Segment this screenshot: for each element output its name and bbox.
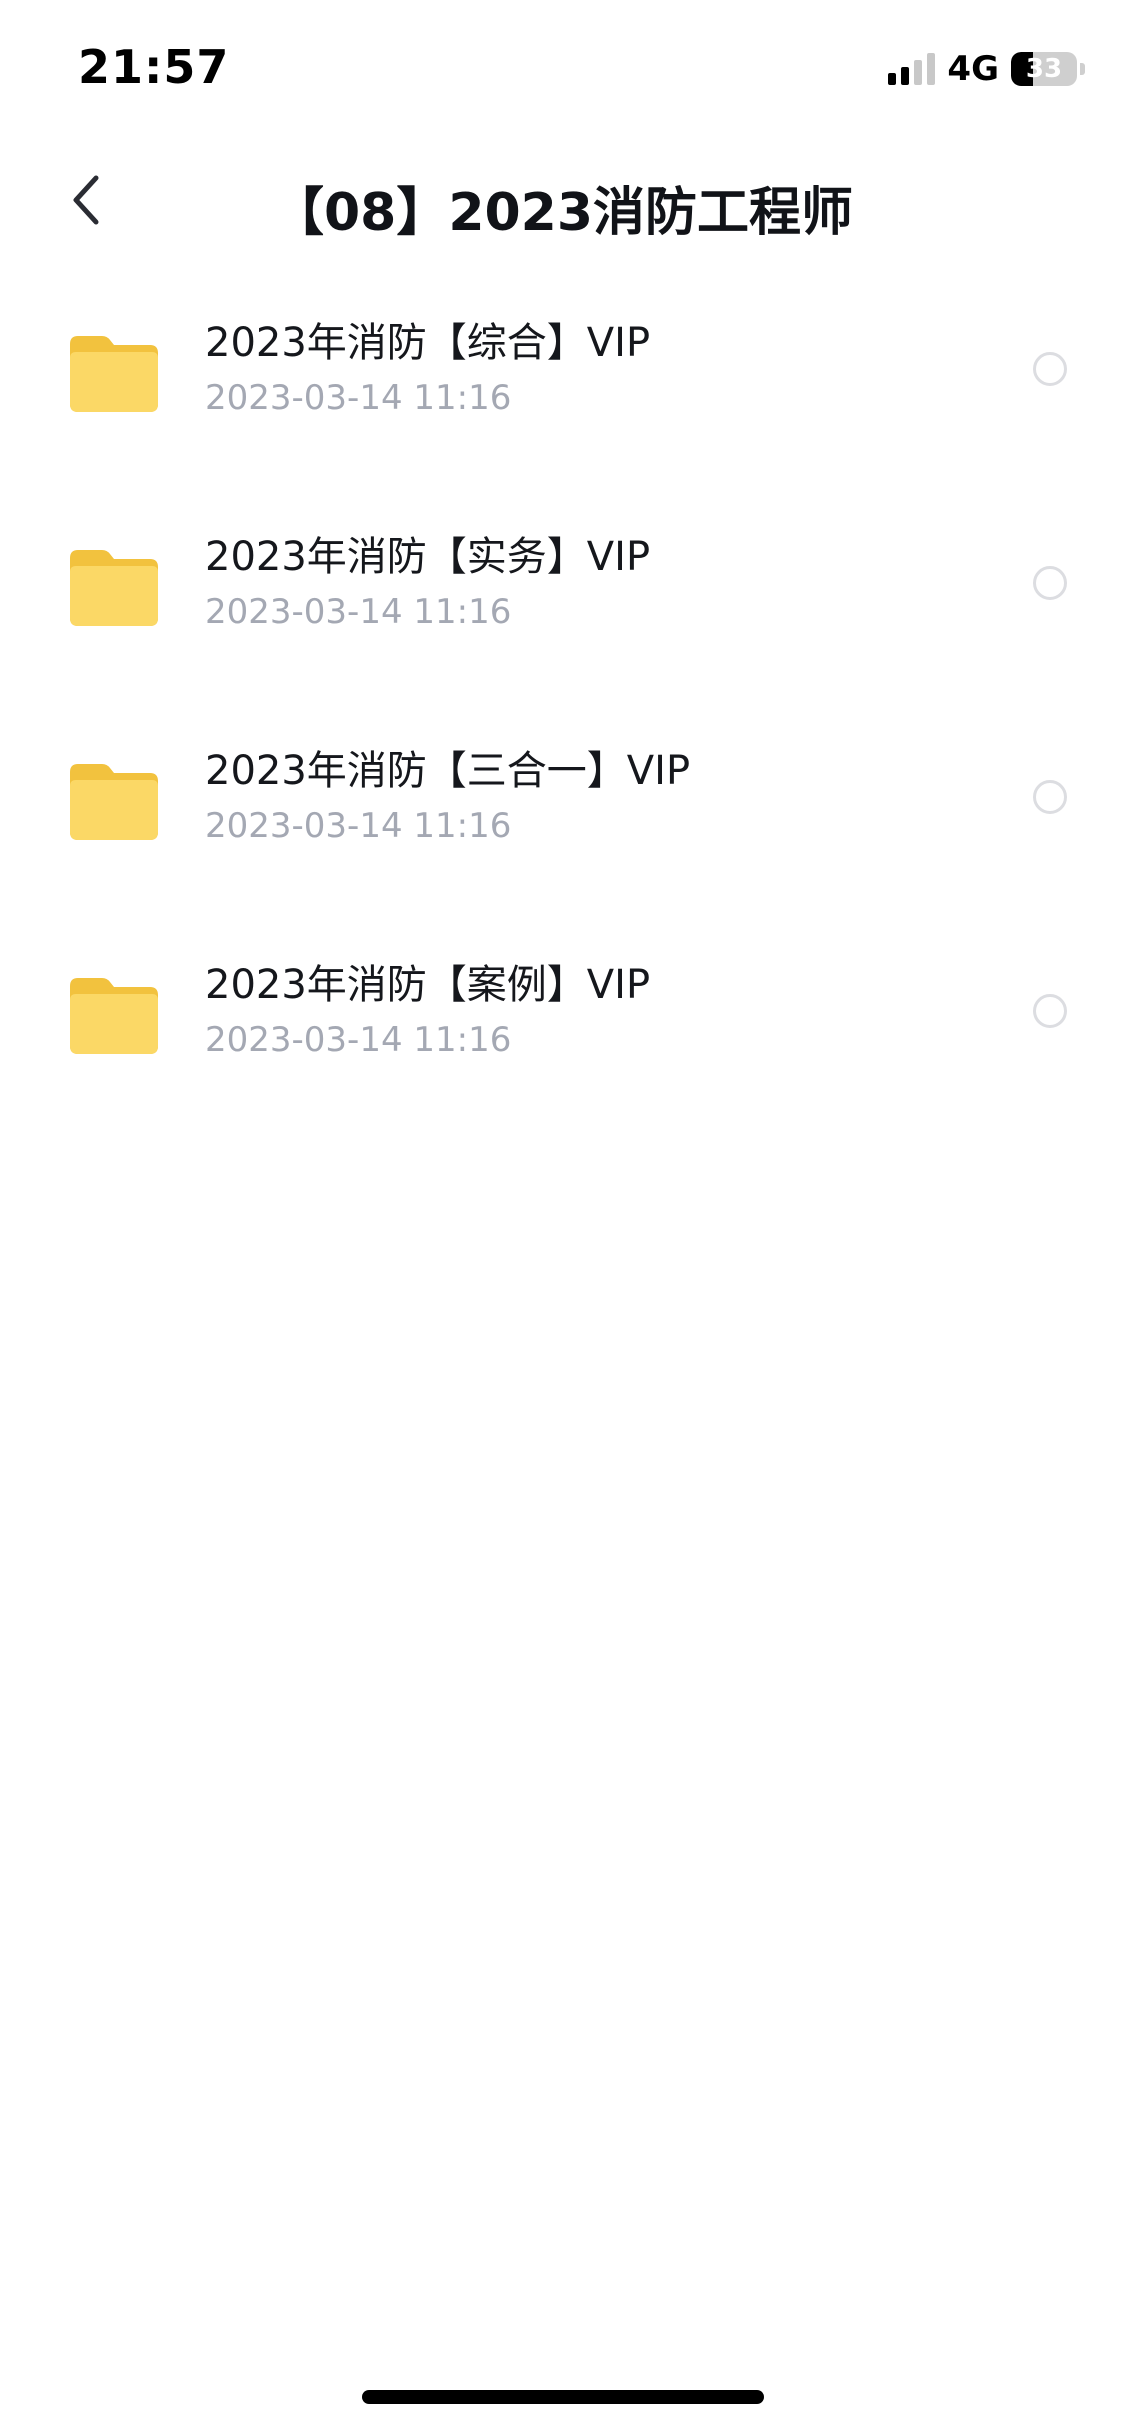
- folder-icon: [70, 978, 158, 1054]
- file-name: 2023年消防【三合一】VIP: [205, 748, 691, 794]
- battery-nub: [1080, 63, 1085, 75]
- folder-icon: [70, 764, 158, 840]
- file-name: 2023年消防【综合】VIP: [205, 320, 651, 366]
- select-radio[interactable]: [1033, 994, 1067, 1028]
- status-bar: 21:57 4G 33: [0, 0, 1125, 140]
- select-radio[interactable]: [1033, 780, 1067, 814]
- folder-icon: [70, 550, 158, 626]
- file-list: 2023年消防【综合】VIP 2023-03-14 11:16 2023年消防【…: [0, 290, 1125, 1146]
- chevron-left-icon: [73, 175, 99, 225]
- battery-icon: 33: [1011, 52, 1077, 86]
- status-indicators: 4G 33: [888, 48, 1085, 90]
- folder-icon: [70, 336, 158, 412]
- file-date: 2023-03-14 11:16: [205, 592, 512, 632]
- list-item-4[interactable]: 2023年消防【案例】VIP 2023-03-14 11:16: [0, 932, 1125, 1146]
- list-item-2[interactable]: 2023年消防【实务】VIP 2023-03-14 11:16: [0, 504, 1125, 718]
- network-type: 4G: [947, 49, 999, 89]
- back-button[interactable]: [50, 164, 122, 236]
- page-title: 【08】2023消防工程师: [271, 183, 854, 243]
- file-date: 2023-03-14 11:16: [205, 1020, 512, 1060]
- file-name: 2023年消防【实务】VIP: [205, 534, 651, 580]
- battery-level: 33: [1025, 54, 1063, 84]
- list-item-3[interactable]: 2023年消防【三合一】VIP 2023-03-14 11:16: [0, 718, 1125, 932]
- nav-bar: 【08】2023消防工程师: [0, 150, 1125, 250]
- cellular-signal-icon: [888, 53, 936, 85]
- home-indicator[interactable]: [362, 2390, 764, 2404]
- file-name: 2023年消防【案例】VIP: [205, 962, 651, 1008]
- file-date: 2023-03-14 11:16: [205, 378, 512, 418]
- select-radio[interactable]: [1033, 352, 1067, 386]
- file-date: 2023-03-14 11:16: [205, 806, 512, 846]
- select-radio[interactable]: [1033, 566, 1067, 600]
- list-item-1[interactable]: 2023年消防【综合】VIP 2023-03-14 11:16: [0, 290, 1125, 504]
- status-time: 21:57: [78, 40, 230, 94]
